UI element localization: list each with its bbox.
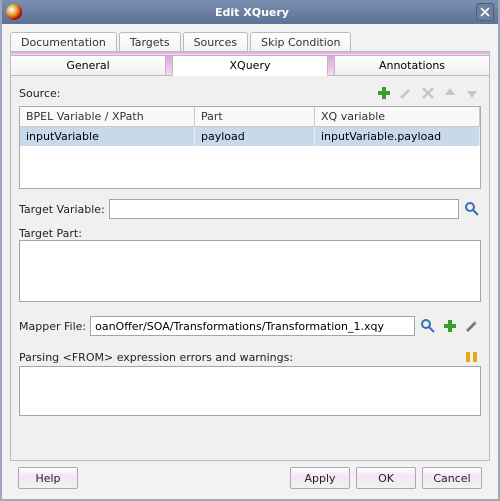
window-close-button[interactable] bbox=[476, 3, 494, 21]
parsing-label: Parsing <FROM> expression errors and war… bbox=[19, 351, 293, 364]
col-bpel-header: BPEL Variable / XPath bbox=[20, 107, 195, 127]
target-part-box[interactable] bbox=[19, 240, 481, 302]
parsing-errors-box[interactable] bbox=[19, 366, 481, 416]
tab-sources[interactable]: Sources bbox=[183, 32, 249, 52]
cell-bpel: inputVariable bbox=[20, 127, 195, 146]
app-icon bbox=[6, 4, 22, 20]
xquery-panel: Source: bbox=[10, 76, 490, 461]
primary-tabs: General XQuery Annotations bbox=[10, 55, 490, 76]
target-part-label: Target Part: bbox=[19, 227, 82, 240]
edit-icon[interactable] bbox=[397, 84, 415, 102]
tab-targets[interactable]: Targets bbox=[119, 32, 181, 52]
titlebar: Edit XQuery bbox=[2, 0, 498, 24]
browse-target-variable-icon[interactable] bbox=[463, 200, 481, 218]
mapper-file-label: Mapper File: bbox=[19, 320, 86, 333]
move-down-icon[interactable] bbox=[463, 84, 481, 102]
dialog-buttons: Help Apply OK Cancel bbox=[10, 461, 490, 497]
tab-documentation[interactable]: Documentation bbox=[10, 32, 117, 52]
tab-annotations[interactable]: Annotations bbox=[334, 55, 490, 76]
help-button[interactable]: Help bbox=[18, 467, 78, 489]
add-icon[interactable] bbox=[375, 84, 393, 102]
new-mapper-icon[interactable] bbox=[441, 317, 459, 335]
cell-part: payload bbox=[195, 127, 315, 146]
edit-mapper-icon[interactable] bbox=[463, 317, 481, 335]
secondary-tabs: Documentation Targets Sources Skip Condi… bbox=[10, 32, 490, 52]
ok-button[interactable]: OK bbox=[356, 467, 416, 489]
source-table[interactable]: BPEL Variable / XPath Part XQ variable i… bbox=[19, 106, 481, 189]
mapper-file-input[interactable] bbox=[90, 316, 415, 336]
tab-general[interactable]: General bbox=[10, 55, 166, 76]
col-part-header: Part bbox=[195, 107, 315, 127]
table-row[interactable]: inputVariable payload inputVariable.payl… bbox=[20, 127, 480, 146]
source-label: Source: bbox=[19, 87, 61, 100]
cell-xq: inputVariable.payload bbox=[315, 127, 480, 146]
dialog-window: Edit XQuery Documentation Targets Source… bbox=[0, 0, 500, 501]
target-variable-input[interactable] bbox=[109, 199, 459, 219]
browse-mapper-icon[interactable] bbox=[419, 317, 437, 335]
warnings-icon[interactable] bbox=[463, 348, 481, 366]
col-xq-header: XQ variable bbox=[315, 107, 480, 127]
cancel-button[interactable]: Cancel bbox=[422, 467, 482, 489]
apply-button[interactable]: Apply bbox=[290, 467, 350, 489]
delete-icon[interactable] bbox=[419, 84, 437, 102]
tab-xquery[interactable]: XQuery bbox=[172, 55, 328, 76]
move-up-icon[interactable] bbox=[441, 84, 459, 102]
tab-skip-condition[interactable]: Skip Condition bbox=[250, 32, 351, 52]
window-title: Edit XQuery bbox=[28, 6, 476, 19]
source-toolbar bbox=[375, 84, 481, 102]
target-variable-label: Target Variable: bbox=[19, 203, 105, 216]
